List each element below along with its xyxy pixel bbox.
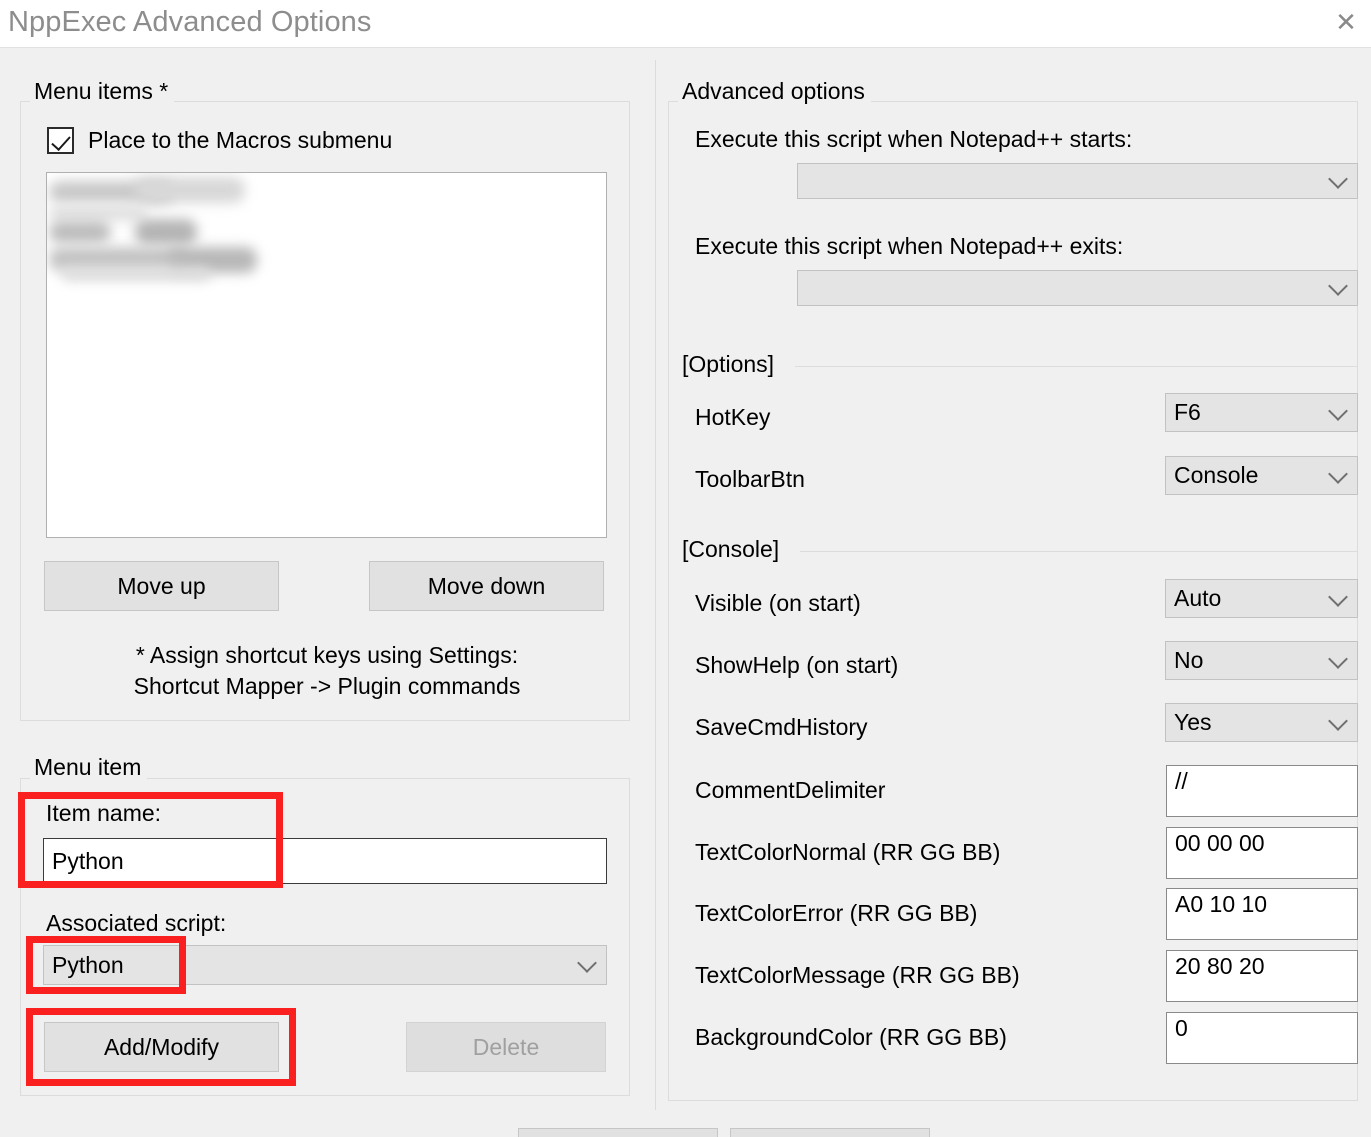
savecmdhistory-label: SaveCmdHistory [695,714,868,741]
toolbarbtn-label: ToolbarBtn [695,466,805,493]
visible-on-start-combo[interactable]: Auto [1165,579,1358,618]
redacted-block [49,221,111,243]
textcolornormal-label: TextColorNormal (RR GG BB) [695,839,1000,866]
chevron-down-icon [1328,401,1348,421]
textcolornormal-field[interactable]: 00 00 00 [1166,827,1358,879]
textcolormessage-label: TextColorMessage (RR GG BB) [695,962,1020,989]
nppexec-advanced-options-dialog: NppExec Advanced Options ✕ Menu items * … [0,0,1371,1137]
dialog-cancel-button[interactable] [730,1128,930,1137]
textcolorerror-label: TextColorError (RR GG BB) [695,900,977,927]
hotkey-value: F6 [1174,399,1201,426]
move-down-button[interactable]: Move down [369,561,604,611]
backgroundcolor-field[interactable]: 0 [1166,1012,1358,1064]
console-section-rule [800,551,1358,552]
delete-button[interactable]: Delete [406,1022,606,1072]
startup-script-combo[interactable] [797,163,1358,199]
advanced-options-group-label: Advanced options [678,78,871,105]
hotkey-combo[interactable]: F6 [1165,393,1358,432]
associated-script-combo[interactable]: Python [43,945,607,985]
exit-script-combo[interactable] [797,270,1358,306]
toolbarbtn-combo[interactable]: Console [1165,456,1358,495]
exit-script-label: Execute this script when Notepad++ exits… [695,233,1123,260]
item-name-field[interactable]: Python [43,838,607,884]
showhelp-on-start-value: No [1174,647,1203,674]
chevron-down-icon [1328,169,1348,189]
toolbarbtn-value: Console [1174,462,1258,489]
textcolorerror-field[interactable]: A0 10 10 [1166,888,1358,940]
move-up-button[interactable]: Move up [44,561,279,611]
shortcut-hint-line1: * Assign shortcut keys using Settings: [46,640,608,671]
close-icon[interactable]: ✕ [1323,0,1369,46]
visible-on-start-label: Visible (on start) [695,590,861,617]
chevron-down-icon [1328,464,1348,484]
commentdelimiter-field[interactable]: // [1166,765,1358,817]
associated-script-value: Python [52,952,124,979]
showhelp-on-start-label: ShowHelp (on start) [695,652,898,679]
item-name-label: Item name: [46,800,161,827]
redacted-block [61,267,211,281]
savecmdhistory-value: Yes [1174,709,1212,736]
title-bar: NppExec Advanced Options ✕ [0,0,1371,48]
redacted-block [135,219,197,245]
chevron-down-icon [577,953,597,973]
chevron-down-icon [1328,276,1348,296]
place-to-macros-submenu-label: Place to the Macros submenu [88,127,392,154]
chevron-down-icon [1328,649,1348,669]
menu-items-listbox[interactable] [46,172,607,538]
associated-script-label: Associated script: [46,910,226,937]
checkmark-icon [47,127,74,154]
showhelp-on-start-combo[interactable]: No [1165,641,1358,680]
startup-script-label: Execute this script when Notepad++ start… [695,126,1132,153]
backgroundcolor-label: BackgroundColor (RR GG BB) [695,1024,1007,1051]
shortcut-hint-line2: Shortcut Mapper -> Plugin commands [46,671,608,702]
panel-divider [655,60,656,1110]
hotkey-label: HotKey [695,404,770,431]
textcolormessage-field[interactable]: 20 80 20 [1166,950,1358,1002]
window-title: NppExec Advanced Options [8,6,372,39]
menu-item-group-label: Menu item [30,754,147,781]
dialog-ok-button[interactable] [518,1128,718,1137]
chevron-down-icon [1328,587,1348,607]
redacted-block [135,177,245,203]
commentdelimiter-label: CommentDelimiter [695,777,885,804]
console-section-label: [Console] [678,536,785,563]
add-modify-button[interactable]: Add/Modify [44,1022,279,1072]
chevron-down-icon [1328,711,1348,731]
visible-on-start-value: Auto [1174,585,1221,612]
menu-items-group-label: Menu items * [30,78,174,105]
options-section-rule [795,366,1358,367]
savecmdhistory-combo[interactable]: Yes [1165,703,1358,742]
redacted-block [49,205,147,221]
place-to-macros-submenu-checkbox[interactable]: Place to the Macros submenu [47,127,392,154]
options-section-label: [Options] [678,351,780,378]
